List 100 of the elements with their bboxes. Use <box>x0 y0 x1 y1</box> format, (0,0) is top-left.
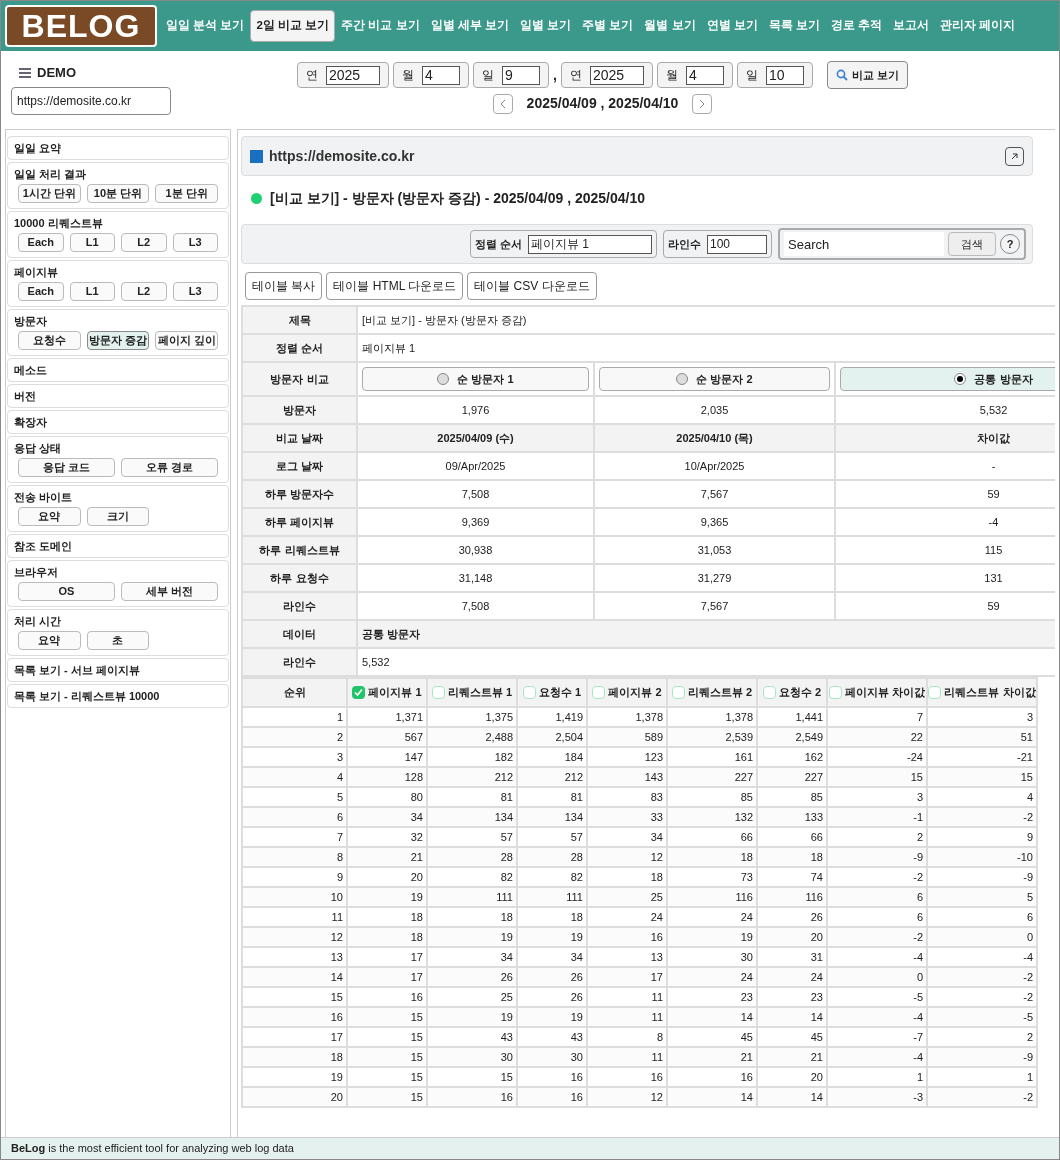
sidebar-button[interactable]: L2 <box>121 282 167 301</box>
sidebar-button[interactable]: 요약 <box>18 631 81 650</box>
sidebar-group-title[interactable]: 브라우저 <box>14 564 222 580</box>
column-header[interactable]: 요청수 2 <box>757 678 827 707</box>
table-cell: 15 <box>242 987 347 1007</box>
sidebar-button[interactable]: Each <box>18 233 64 252</box>
sidebar-button[interactable]: 요청수 <box>18 331 81 350</box>
date-part-field[interactable]: 연 2025 <box>297 62 389 88</box>
chevron-right-icon <box>699 98 706 109</box>
panel-title: https://demosite.co.kr <box>269 146 416 166</box>
checkbox[interactable] <box>352 686 366 699</box>
table-action-button[interactable]: 테이블 HTML 다운로드 <box>326 272 464 300</box>
radio-option[interactable]: 공통 방문자 <box>840 367 1055 391</box>
sidebar-group-title[interactable]: 확장자 <box>14 414 222 430</box>
date-input[interactable]: 2025 <box>326 65 380 85</box>
row-label: 비교 날짜 <box>242 424 357 452</box>
search-input[interactable]: Search <box>784 232 944 256</box>
checkbox[interactable] <box>671 686 685 699</box>
table-cell: 9,369 <box>357 508 594 536</box>
sidebar-button[interactable]: 1분 단위 <box>155 184 218 203</box>
lines-input[interactable]: 100 <box>707 234 767 254</box>
checkbox[interactable] <box>928 686 942 699</box>
sidebar-button[interactable]: 세부 버전 <box>121 582 218 601</box>
date-part-field[interactable]: 월 4 <box>393 62 469 88</box>
sidebar-button[interactable]: 오류 경로 <box>121 458 218 477</box>
sidebar-group-title[interactable]: 목록 보기 - 리퀘스트뷰 10000 <box>14 688 222 704</box>
sidebar-button[interactable]: 요약 <box>18 507 81 526</box>
sidebar-group-title[interactable]: 일일 요약 <box>14 140 222 156</box>
date-separator: , <box>553 65 557 85</box>
column-header[interactable]: 순위 <box>242 678 347 707</box>
checkbox[interactable] <box>828 686 842 699</box>
date-part-field[interactable]: 연 2025 <box>560 62 653 88</box>
radio-option[interactable]: 순 방문자 2 <box>599 367 830 391</box>
table-cell: 13 <box>242 947 347 967</box>
sidebar-button[interactable]: 1시간 단위 <box>18 184 81 203</box>
site-url-field[interactable]: https://demosite.co.kr <box>11 86 171 115</box>
sidebar-button[interactable]: Each <box>18 282 64 301</box>
checkbox[interactable] <box>762 686 776 699</box>
sidebar-group-title[interactable]: 목록 보기 - 서브 페이지뷰 <box>14 662 222 678</box>
row-label: 라인수 <box>242 592 357 620</box>
sidebar-group-title[interactable]: 버전 <box>14 388 222 404</box>
table-action-button[interactable]: 테이블 CSV 다운로드 <box>467 272 597 300</box>
column-header[interactable]: 페이지뷰 차이값 <box>827 678 927 707</box>
sidebar-group-title[interactable]: 일일 처리 결과 <box>14 166 222 182</box>
column-header[interactable]: 페이지뷰 2 <box>587 678 667 707</box>
date-input[interactable]: 4 <box>685 65 724 85</box>
table-cell: 115 <box>835 536 1055 564</box>
search-button[interactable]: 검색 <box>948 232 996 256</box>
compare-button[interactable]: 비교 보기 <box>826 61 908 89</box>
nav-tab[interactable]: 2일 비교 보기 <box>250 10 336 42</box>
column-header[interactable]: 리퀘스트뷰 차이값 <box>927 678 1037 707</box>
date-range-label: 2025/04/09 , 2025/04/10 <box>526 94 679 113</box>
row-label: 로그 날짜 <box>242 452 357 480</box>
date-input[interactable]: 2025 <box>589 65 644 85</box>
column-header[interactable]: 요청수 1 <box>517 678 587 707</box>
row-label: 하루 방문자수 <box>242 480 357 508</box>
checkbox[interactable] <box>522 686 536 699</box>
sidebar-button[interactable]: L1 <box>69 233 115 252</box>
external-link-icon[interactable] <box>1005 146 1024 166</box>
sidebar-button[interactable]: 응답 코드 <box>18 458 115 477</box>
next-button[interactable] <box>692 93 713 114</box>
sidebar-button[interactable]: L2 <box>121 233 167 252</box>
date-part-field[interactable]: 일 10 <box>736 62 813 88</box>
menu-icon[interactable] <box>19 67 31 78</box>
radio-option[interactable]: 순 방문자 1 <box>362 367 589 391</box>
sidebar-button[interactable]: 방문자 증감 <box>86 331 150 350</box>
sidebar-button[interactable]: OS <box>18 582 115 601</box>
radio-icon <box>676 373 689 385</box>
column-header[interactable]: 리퀘스트뷰 1 <box>427 678 517 707</box>
sidebar-group-title[interactable]: 응답 상태 <box>14 440 222 456</box>
sidebar-button[interactable]: 초 <box>86 631 150 650</box>
sidebar-button[interactable]: L3 <box>172 282 218 301</box>
sidebar-button[interactable]: L3 <box>172 233 218 252</box>
sort-input[interactable]: 페이지뷰 1 <box>528 234 652 254</box>
logo[interactable]: BELOG <box>5 5 157 47</box>
previous-button[interactable] <box>492 93 513 114</box>
sidebar-button[interactable]: L1 <box>69 282 115 301</box>
sidebar-group-title[interactable]: 처리 시간 <box>14 613 222 629</box>
date-part-field[interactable]: 일 9 <box>473 62 549 88</box>
sidebar-group-title[interactable]: 참조 도메인 <box>14 538 222 554</box>
sidebar-group-title[interactable]: 10000 리퀘스트뷰 <box>14 215 222 231</box>
sidebar-button[interactable]: 크기 <box>86 507 150 526</box>
sidebar-group-title[interactable]: 메소드 <box>14 362 222 378</box>
date-input[interactable]: 9 <box>502 65 540 85</box>
column-header[interactable]: 페이지뷰 1 <box>347 678 427 707</box>
sidebar-button[interactable]: 10분 단위 <box>86 184 150 203</box>
sidebar-group-title[interactable]: 페이지뷰 <box>14 264 222 280</box>
date-part-field[interactable]: 월 4 <box>656 62 733 88</box>
checkbox[interactable] <box>592 686 606 699</box>
sidebar-group-title[interactable]: 방문자 <box>14 313 222 329</box>
table-action-button[interactable]: 테이블 복사 <box>245 272 323 300</box>
checkbox[interactable] <box>431 686 445 699</box>
row-label: 정렬 순서 <box>242 334 357 362</box>
table-cell: 2 <box>242 727 347 747</box>
help-button[interactable]: ? <box>1000 234 1020 254</box>
sidebar-button[interactable]: 페이지 깊이 <box>155 331 218 350</box>
date-input[interactable]: 10 <box>765 65 804 85</box>
column-header[interactable]: 리퀘스트뷰 2 <box>667 678 757 707</box>
date-input[interactable]: 4 <box>422 65 460 85</box>
sidebar-group-title[interactable]: 전송 바이트 <box>14 489 222 505</box>
